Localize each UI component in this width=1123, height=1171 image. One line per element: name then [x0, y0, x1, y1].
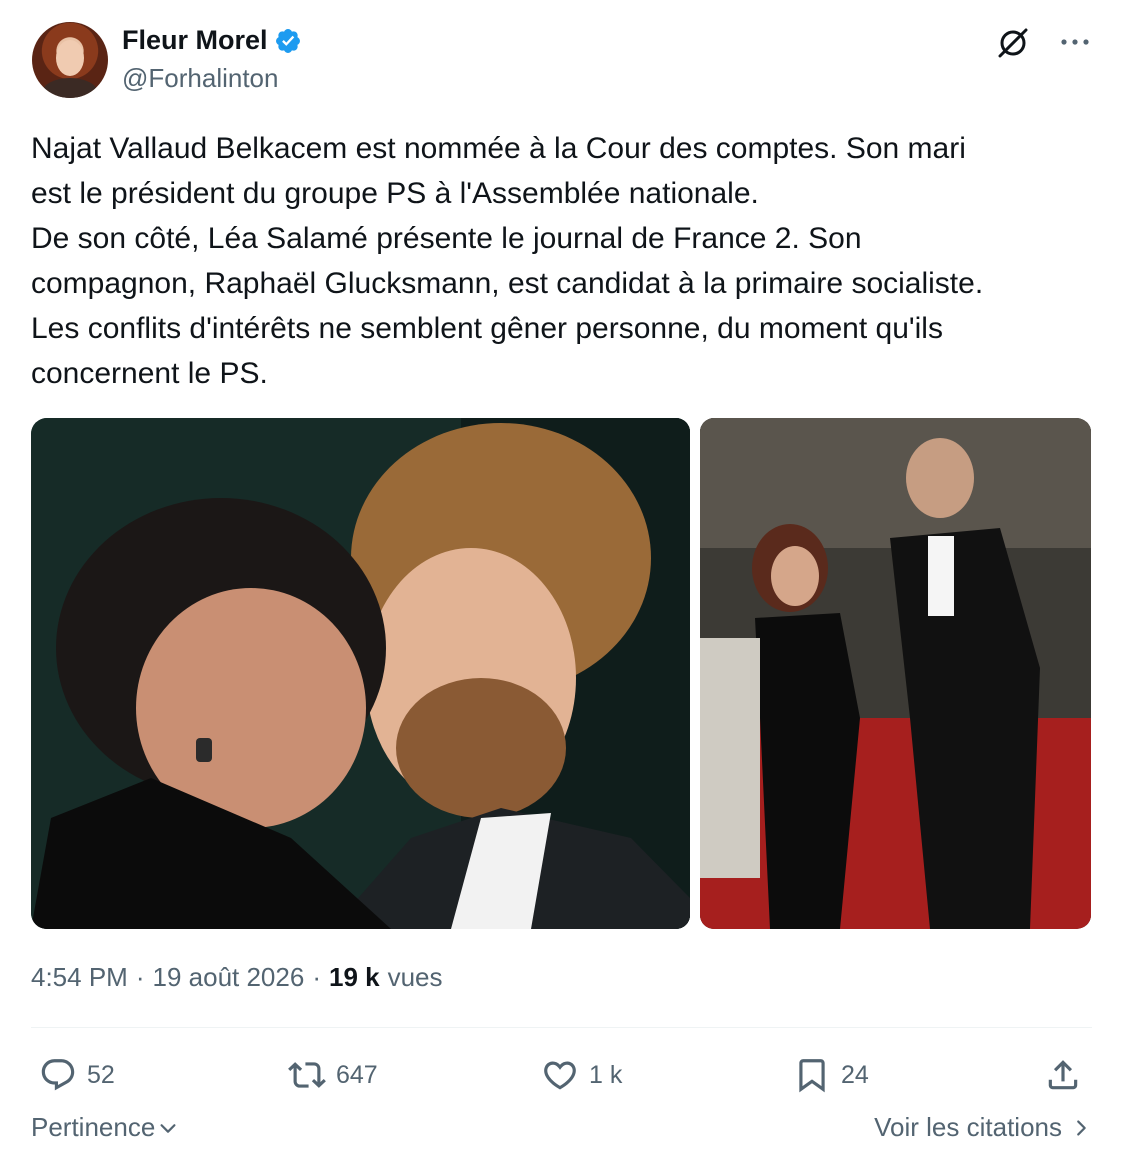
- like-count: 1 k: [589, 1060, 623, 1089]
- bookmark-button[interactable]: 24: [793, 1052, 869, 1098]
- more-icon[interactable]: [1058, 28, 1092, 56]
- reply-button[interactable]: 52: [39, 1052, 115, 1098]
- tweet-text: Najat Vallaud Belkacem est nommée à la C…: [31, 126, 1091, 396]
- sort-label: Pertinence: [31, 1112, 156, 1142]
- tweet-media: [31, 418, 1092, 929]
- author-name-row: Fleur Morel: [122, 25, 302, 56]
- author-name[interactable]: Fleur Morel: [122, 25, 268, 56]
- tweet-header: Fleur Morel @Forhalinton: [32, 22, 1092, 100]
- avatar[interactable]: [32, 22, 108, 98]
- share-button[interactable]: [1044, 1052, 1082, 1098]
- tweet-text-line: concernent le PS.: [31, 357, 268, 390]
- chevron-right-icon: [1077, 1119, 1086, 1136]
- retweet-button[interactable]: 647: [288, 1052, 378, 1098]
- verified-badge-icon: [275, 28, 300, 53]
- divider: [31, 1027, 1092, 1028]
- bookmark-icon: [799, 1059, 825, 1093]
- views-count: 19 k: [328, 962, 380, 992]
- grok-icon[interactable]: [996, 26, 1030, 60]
- tweet-meta: 4:54 PM · 19 août 2026 · 19 k vues: [31, 962, 443, 993]
- author-handle[interactable]: @Forhalinton: [122, 63, 278, 94]
- media-photo-couple-closeup[interactable]: [31, 418, 690, 929]
- chevron-down-icon: [160, 1123, 176, 1133]
- like-button[interactable]: 1 k: [541, 1052, 622, 1098]
- tweet-text-line: compagnon, Raphaël Glucksmann, est candi…: [31, 267, 984, 300]
- replies-footer: Pertinence Voir les citations: [31, 1112, 1092, 1152]
- reply-count: 52: [87, 1060, 115, 1089]
- photo-illustration: [31, 418, 690, 929]
- view-quotes-link[interactable]: Voir les citations: [874, 1112, 1092, 1143]
- photo-illustration: [700, 418, 1091, 929]
- bookmark-count: 24: [841, 1060, 869, 1089]
- quotes-label: Voir les citations: [874, 1112, 1062, 1142]
- retweet-icon: [288, 1062, 326, 1088]
- avatar-face: [56, 40, 84, 76]
- tweet-text-line: est le président du groupe PS à l'Assemb…: [31, 177, 759, 210]
- tweet-text-line: Les conflits d'intérêts ne semblent gêne…: [31, 312, 943, 345]
- media-photo-red-carpet[interactable]: [700, 418, 1091, 929]
- sort-dropdown[interactable]: Pertinence: [31, 1112, 179, 1143]
- share-icon: [1048, 1060, 1078, 1090]
- retweet-count: 647: [336, 1060, 378, 1089]
- reply-icon: [41, 1059, 75, 1091]
- meta-separator: ·: [312, 962, 321, 992]
- meta-separator: ·: [135, 962, 145, 992]
- action-bar: 52 647 1 k 24: [31, 1052, 1092, 1098]
- tweet-text-line: De son côté, Léa Salamé présente le jour…: [31, 222, 862, 255]
- heart-icon: [544, 1061, 576, 1090]
- avatar-body: [42, 78, 98, 98]
- views-label: vues: [387, 962, 443, 992]
- tweet-date[interactable]: 19 août 2026: [153, 962, 305, 993]
- tweet-time[interactable]: 4:54 PM: [31, 962, 128, 993]
- tweet-text-line: Najat Vallaud Belkacem est nommée à la C…: [31, 132, 966, 165]
